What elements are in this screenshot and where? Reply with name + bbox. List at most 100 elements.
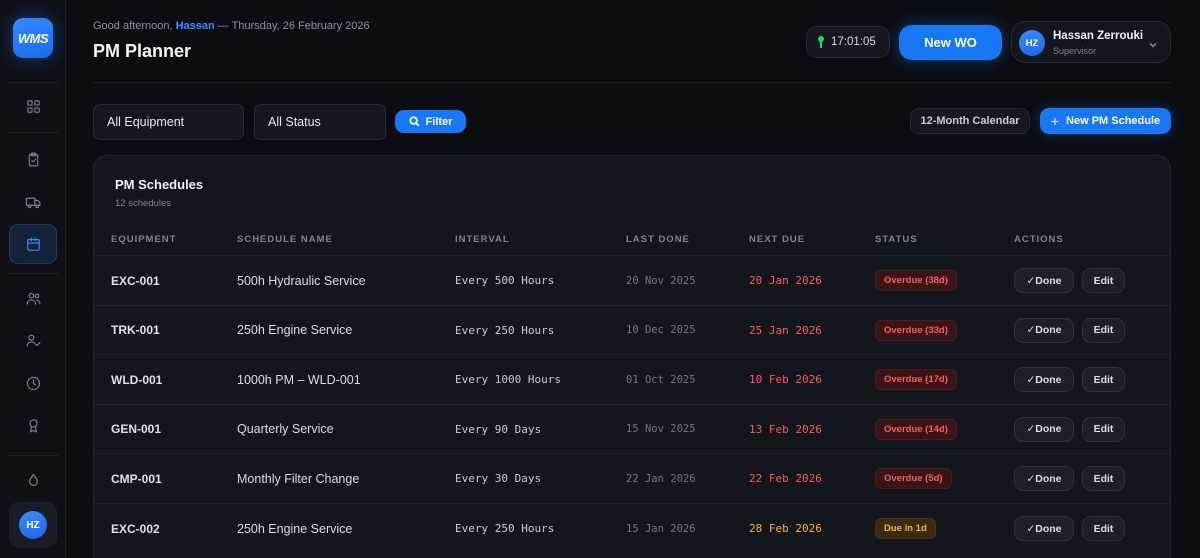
cell-interval: Every 1000 Hours [455, 373, 561, 387]
filter-button[interactable]: Filter [395, 110, 466, 133]
schedule-count: 12 schedules [115, 198, 171, 209]
greeting-user-name: Hassan [175, 20, 215, 32]
equipment-filter-select[interactable]: All Equipment [93, 104, 244, 140]
table-row: EXC-002 250h Engine Service Every 250 Hour… [94, 503, 1170, 553]
cell-edit-action: Edit [1082, 454, 1125, 503]
cell-done-action: ✓Done [1014, 256, 1074, 305]
cell-status: Overdue (5d) [875, 454, 952, 503]
user-check-icon [26, 334, 40, 347]
user-menu[interactable]: HZ Hassan Zerrouki Supervisor [1011, 21, 1171, 63]
cell-next-due: 20 Jan 2026 [749, 274, 822, 287]
status-badge: Due in 1d [875, 518, 936, 539]
cell-interval: Every 500 Hours [455, 274, 555, 287]
droplet-icon [28, 473, 38, 486]
sidebar-item-pm-planner[interactable] [9, 224, 57, 264]
cell-schedule-name: 250h Engine Service [237, 521, 353, 536]
sidebar-divider [8, 455, 58, 456]
new-pm-schedule-button[interactable]: + New PM Schedule [1040, 108, 1171, 134]
edit-button[interactable]: Edit [1082, 268, 1125, 293]
sidebar-item-certifications[interactable] [9, 405, 57, 445]
cell-interval: Every 90 Days [455, 422, 542, 436]
new-work-order-button[interactable]: New WO [899, 25, 1002, 60]
cell-edit-action: Edit [1082, 504, 1125, 553]
sidebar-user-avatar[interactable]: HZ [9, 502, 57, 548]
cell-next-due: 10 Feb 2026 [749, 373, 822, 387]
status-badge: Overdue (33d) [875, 319, 957, 341]
column-header-schedule-name: SCHEDULE NAME [237, 234, 333, 245]
clipboard-icon [28, 152, 38, 166]
truck-icon [25, 197, 40, 208]
mark-done-button[interactable]: ✓Done [1014, 367, 1074, 393]
cell-equipment: WLD-001 [111, 372, 163, 387]
cell-next-due: 22 Feb 2026 [749, 472, 822, 486]
table-row: WLD-001 1000h PM – WLD-001 Every 1000 Hour… [94, 354, 1170, 404]
cell-schedule-name: 1000h PM – WLD-001 [237, 372, 361, 387]
cell-edit-action: Edit [1082, 405, 1125, 454]
status-filter-select[interactable]: All Status [254, 104, 386, 140]
cell-edit-action: Edit [1082, 306, 1125, 355]
cell-equipment: CMP-001 [111, 471, 162, 486]
status-badge: Overdue (38d) [875, 270, 957, 291]
sidebar-item-fluids[interactable] [9, 460, 57, 500]
table-row: EXC-001 500h Hydraulic Service Every 500 H… [94, 255, 1170, 305]
sidebar-item-work-orders[interactable] [9, 139, 57, 179]
mark-done-button[interactable]: ✓Done [1014, 466, 1074, 492]
status-pin-icon [818, 36, 825, 48]
cell-done-action: ✓Done [1014, 405, 1074, 454]
cell-status: Overdue (33d) [875, 306, 957, 355]
cell-status: Due in 1d [875, 504, 936, 553]
edit-button[interactable]: Edit [1082, 466, 1125, 492]
sidebar-item-equipment[interactable] [9, 182, 57, 222]
table-row: GEN-001 Quarterly Service Every 90 Days 15 … [94, 403, 1170, 454]
cell-last-done: 20 Nov 2025 [626, 274, 696, 287]
status-badge: Overdue (14d) [875, 418, 957, 440]
column-header-status: STATUS [875, 234, 918, 245]
column-header-interval: INTERVAL [455, 234, 510, 245]
cell-equipment: TRK-001 [111, 323, 160, 338]
table-row: TRK-001 250h Engine Service Every 250 Hour… [94, 304, 1170, 355]
cell-edit-action: Edit [1082, 355, 1125, 404]
chevron-down-icon[interactable] [1148, 37, 1158, 48]
column-header-equipment: EQUIPMENT [111, 234, 177, 245]
status-badge: Overdue (17d) [875, 369, 957, 391]
cell-equipment: EXC-001 [111, 273, 160, 288]
cell-last-done: 15 Jan 2026 [626, 522, 696, 535]
mark-done-button[interactable]: ✓Done [1014, 416, 1074, 442]
edit-button[interactable]: Edit [1082, 367, 1125, 393]
sidebar-item-technicians[interactable] [9, 320, 57, 360]
cell-equipment: EXC-002 [111, 521, 160, 536]
cell-done-action: ✓Done [1014, 306, 1074, 355]
sidebar-item-dashboard[interactable] [9, 86, 57, 126]
edit-button[interactable]: Edit [1082, 516, 1125, 541]
mark-done-button[interactable]: ✓Done [1014, 317, 1074, 343]
cell-last-done: 10 Dec 2025 [626, 324, 696, 337]
sidebar-item-team[interactable] [9, 278, 57, 318]
cell-schedule-name: 500h Hydraulic Service [237, 273, 366, 288]
card-title: PM Schedules [115, 177, 204, 192]
cell-equipment: GEN-001 [111, 422, 162, 437]
mark-done-button[interactable]: ✓Done [1014, 268, 1074, 293]
calendar-icon [26, 237, 40, 251]
mark-done-button[interactable]: ✓Done [1014, 516, 1074, 541]
table-row: CMP-001 Monthly Filter Change Every 30 Day… [94, 453, 1170, 503]
sidebar-divider [8, 273, 58, 274]
edit-button[interactable]: Edit [1082, 317, 1125, 343]
cell-schedule-name: Quarterly Service [237, 422, 334, 437]
user-name: Hassan Zerrouki [1053, 30, 1144, 42]
twelve-month-calendar-button[interactable]: 12-Month Calendar [910, 108, 1030, 134]
clock-icon [26, 376, 40, 390]
cell-edit-action: Edit [1082, 256, 1125, 305]
cell-status: Overdue (17d) [875, 355, 957, 404]
cell-status: Overdue (38d) [875, 256, 957, 305]
header-divider [93, 82, 1171, 83]
clock-display: 17:01:05 [806, 26, 890, 58]
avatar: HZ [19, 511, 47, 539]
cell-interval: Every 30 Days [455, 472, 542, 486]
pm-schedules-card: PM Schedules 12 schedules EQUIPMENT SCHE… [93, 155, 1171, 558]
cell-done-action: ✓Done [1014, 355, 1074, 404]
app-logo[interactable]: WMS [13, 18, 53, 58]
cell-next-due: 28 Feb 2026 [749, 522, 822, 535]
edit-button[interactable]: Edit [1082, 416, 1125, 442]
sidebar-item-history[interactable] [9, 363, 57, 403]
column-header-actions: ACTIONS [1014, 234, 1064, 245]
